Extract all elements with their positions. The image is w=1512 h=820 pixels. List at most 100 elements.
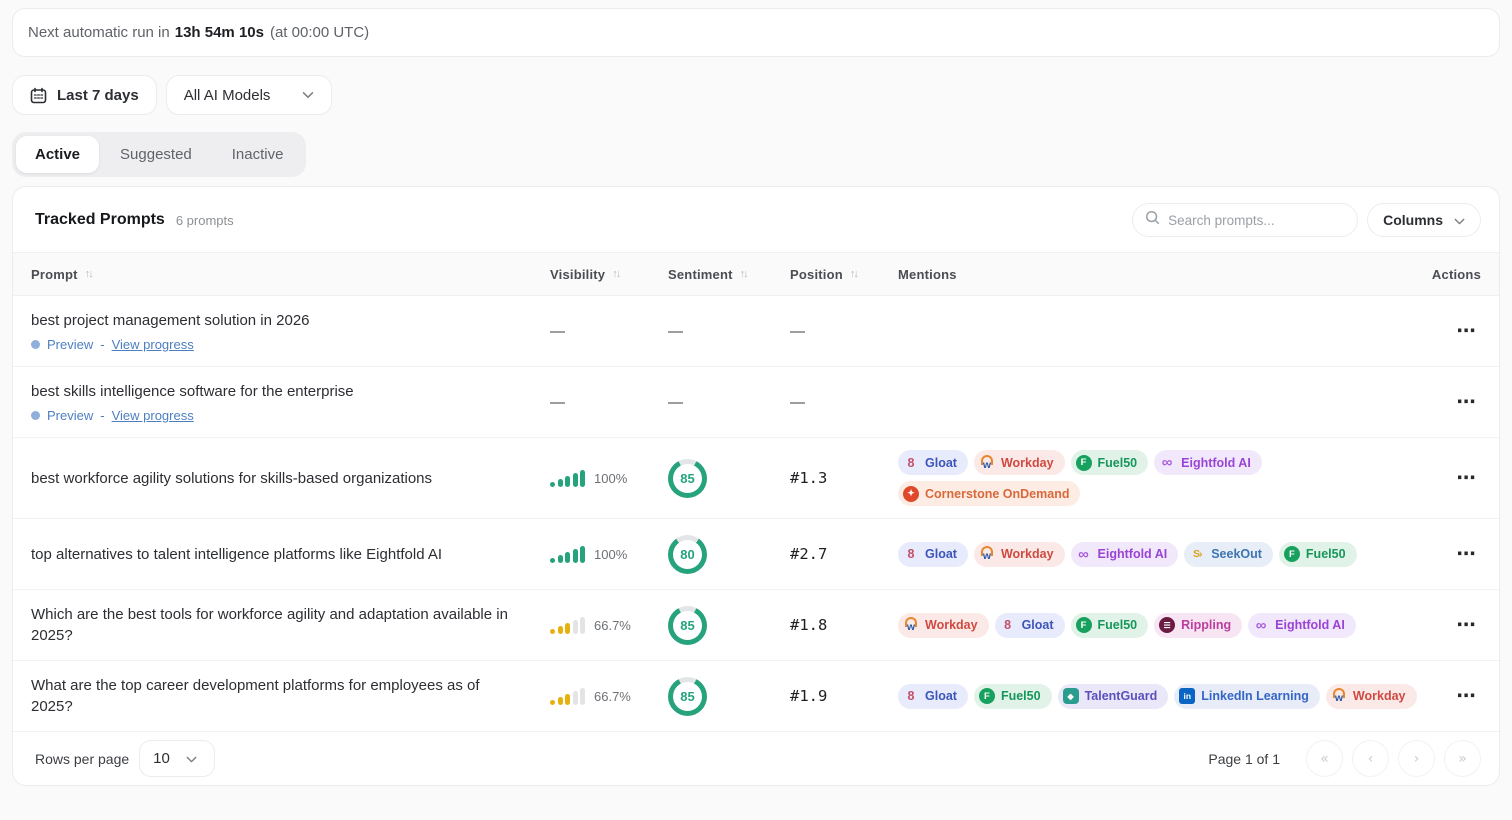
- calendar-icon: [30, 87, 47, 104]
- row-actions-button[interactable]: ⋯: [1451, 463, 1481, 493]
- visibility-percent: 100%: [594, 471, 627, 486]
- fuel50-logo-icon: F: [1076, 617, 1092, 633]
- prompt-text: Which are the best tools for workforce a…: [31, 604, 550, 646]
- mention-badge-fuel50[interactable]: FFuel50: [974, 684, 1052, 709]
- mention-badge-linkedin[interactable]: inLinkedIn Learning: [1174, 684, 1320, 709]
- view-progress-link[interactable]: View progress: [112, 408, 194, 423]
- ai-models-select[interactable]: All AI Models: [166, 75, 333, 115]
- first-page-button[interactable]: «: [1306, 740, 1343, 777]
- tab-active[interactable]: Active: [16, 136, 99, 173]
- rows-per-page-select[interactable]: 10: [139, 740, 215, 777]
- mention-badge-gloat[interactable]: 8Gloat: [898, 684, 968, 709]
- column-header-prompt[interactable]: Prompt ↑↓: [31, 267, 550, 282]
- prompt-cell: What are the top career development plat…: [31, 675, 550, 717]
- visibility-percent: 100%: [594, 547, 627, 562]
- preview-dot-icon: [31, 411, 40, 420]
- tracked-prompts-panel: Tracked Prompts 6 prompts Columns Prompt…: [12, 186, 1500, 786]
- column-header-visibility[interactable]: Visibility ↑↓: [550, 267, 668, 282]
- mention-badge-gloat[interactable]: 8Gloat: [995, 613, 1065, 638]
- mention-badge-cornerstone[interactable]: ✦Cornerstone OnDemand: [898, 481, 1080, 506]
- chevron-down-icon: [1454, 212, 1465, 228]
- row-actions-button[interactable]: ⋯: [1451, 539, 1481, 569]
- row-actions-button[interactable]: ⋯: [1451, 387, 1481, 417]
- position-value: #1.8: [790, 616, 898, 634]
- position-value: #2.7: [790, 545, 898, 563]
- mention-badge-gloat[interactable]: 8Gloat: [898, 450, 968, 475]
- mention-badge-fuel50[interactable]: FFuel50: [1071, 613, 1149, 638]
- next-run-suffix: (at 00:00 UTC): [270, 24, 369, 41]
- table-row[interactable]: best skills intelligence software for th…: [13, 367, 1499, 438]
- table-row[interactable]: best project management solution in 2026…: [13, 296, 1499, 367]
- mention-badge-gloat[interactable]: 8Gloat: [898, 542, 968, 567]
- workday-logo-icon: w: [979, 455, 995, 471]
- visibility-bars: [550, 545, 585, 563]
- prompt-cell: top alternatives to talent intelligence …: [31, 544, 550, 565]
- mention-badge-rippling[interactable]: ☰Rippling: [1154, 613, 1242, 638]
- prompt-count: 6 prompts: [176, 213, 234, 228]
- visibility-empty: —: [550, 394, 668, 411]
- sort-icon: ↑↓: [850, 268, 857, 280]
- tab-inactive[interactable]: Inactive: [213, 136, 303, 173]
- column-header-mentions: Mentions: [898, 267, 1429, 282]
- table-row[interactable]: What are the top career development plat…: [13, 661, 1499, 732]
- preview-label: Preview: [47, 408, 93, 423]
- columns-button[interactable]: Columns: [1367, 203, 1481, 237]
- sort-icon: ↑↓: [612, 268, 619, 280]
- next-run-countdown: 13h 54m 10s: [175, 24, 264, 41]
- mention-badge-workday[interactable]: wWorkday: [898, 613, 989, 638]
- column-header-actions: Actions: [1432, 267, 1481, 282]
- search-box[interactable]: [1132, 203, 1358, 237]
- chevron-down-icon: [186, 750, 197, 767]
- gloat-logo-icon: 8: [903, 688, 919, 704]
- row-actions-button[interactable]: ⋯: [1451, 681, 1481, 711]
- tab-suggested[interactable]: Suggested: [101, 136, 211, 173]
- fuel50-logo-icon: F: [1284, 546, 1300, 562]
- column-header-sentiment[interactable]: Sentiment ↑↓: [668, 267, 790, 282]
- mention-badge-workday[interactable]: wWorkday: [974, 542, 1065, 567]
- mention-badge-eightfold[interactable]: ∞Eightfold AI: [1248, 613, 1356, 638]
- visibility-cell: 100%: [550, 545, 668, 563]
- search-input[interactable]: [1168, 213, 1345, 228]
- status-tabs: Active Suggested Inactive: [12, 132, 306, 177]
- sentiment-score: 85: [673, 464, 702, 493]
- view-progress-link[interactable]: View progress: [112, 337, 194, 352]
- next-page-button[interactable]: ›: [1398, 740, 1435, 777]
- gloat-logo-icon: 8: [1000, 617, 1016, 633]
- date-range-button[interactable]: Last 7 days: [12, 75, 157, 115]
- previous-page-button[interactable]: ‹: [1352, 740, 1389, 777]
- mention-badge-talentguard[interactable]: ◆TalentGuard: [1058, 684, 1169, 709]
- sentiment-ring: 80: [668, 535, 707, 574]
- column-header-position[interactable]: Position ↑↓: [790, 267, 898, 282]
- mentions-cell: 8Gloat wWorkday ∞Eightfold AI S›SeekOut …: [898, 542, 1429, 567]
- mention-badge-eightfold[interactable]: ∞Eightfold AI: [1071, 542, 1179, 567]
- mention-badge-workday[interactable]: wWorkday: [1326, 684, 1417, 709]
- table-row[interactable]: best workforce agility solutions for ski…: [13, 438, 1499, 519]
- mention-badge-eightfold[interactable]: ∞Eightfold AI: [1154, 450, 1262, 475]
- preview-line: Preview - View progress: [31, 408, 550, 423]
- preview-separator: -: [100, 408, 104, 423]
- mentions-cell: 8Gloat FFuel50 ◆TalentGuard inLinkedIn L…: [898, 684, 1429, 709]
- row-actions-button[interactable]: ⋯: [1451, 610, 1481, 640]
- page-info: Page 1 of 1: [1208, 751, 1280, 767]
- mention-badge-seekout[interactable]: S›SeekOut: [1184, 542, 1273, 567]
- sentiment-cell: 85: [668, 459, 790, 498]
- table-row[interactable]: Which are the best tools for workforce a…: [13, 590, 1499, 661]
- next-run-banner: Next automatic run in 13h 54m 10s (at 00…: [12, 8, 1500, 57]
- table-row[interactable]: top alternatives to talent intelligence …: [13, 519, 1499, 590]
- sentiment-ring: 85: [668, 677, 707, 716]
- prompt-cell: best workforce agility solutions for ski…: [31, 468, 550, 489]
- mention-badge-workday[interactable]: wWorkday: [974, 450, 1065, 475]
- prompt-cell: Which are the best tools for workforce a…: [31, 604, 550, 646]
- row-actions-button[interactable]: ⋯: [1451, 316, 1481, 346]
- fuel50-logo-icon: F: [979, 688, 995, 704]
- last-page-button[interactable]: »: [1444, 740, 1481, 777]
- columns-label: Columns: [1383, 212, 1443, 228]
- sort-icon: ↑↓: [740, 268, 747, 280]
- mention-badge-fuel50[interactable]: FFuel50: [1279, 542, 1357, 567]
- preview-separator: -: [100, 337, 104, 352]
- position-empty: —: [790, 394, 898, 411]
- panel-header: Tracked Prompts 6 prompts Columns: [13, 187, 1499, 252]
- mention-badge-fuel50[interactable]: FFuel50: [1071, 450, 1149, 475]
- prompt-cell: best project management solution in 2026…: [31, 310, 550, 352]
- preview-dot-icon: [31, 340, 40, 349]
